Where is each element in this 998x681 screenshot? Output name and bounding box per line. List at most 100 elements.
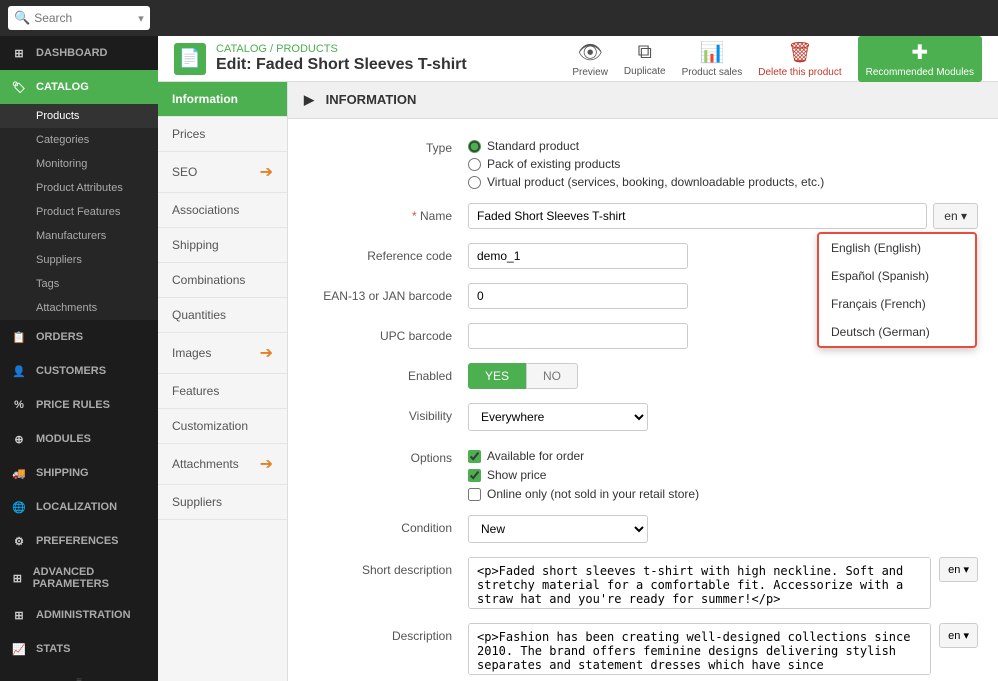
preferences-icon: ⚙	[10, 532, 28, 550]
tab-information[interactable]: Information	[158, 82, 287, 117]
visibility-select[interactable]: Everywhere	[468, 403, 648, 431]
duplicate-action[interactable]: ⧉ Duplicate	[624, 41, 666, 77]
lang-button-label: en ▾	[944, 209, 967, 223]
lang-option-es[interactable]: Español (Spanish)	[819, 262, 975, 290]
delete-action[interactable]: 🗑 Delete this product	[758, 40, 841, 78]
page-icon-symbol: 📄	[179, 48, 201, 69]
sidebar-item-orders[interactable]: 📋 ORDERS	[0, 320, 158, 354]
short-desc-textarea[interactable]: <p>Faded short sleeves t-shirt with high…	[468, 557, 931, 609]
option-available-check[interactable]	[468, 450, 481, 463]
lang-option-fr[interactable]: Français (French)	[819, 290, 975, 318]
sidebar-sub-monitoring[interactable]: Monitoring	[0, 152, 158, 176]
tab-suppliers[interactable]: Suppliers	[158, 485, 287, 520]
tab-combinations[interactable]: Combinations	[158, 263, 287, 298]
breadcrumb-catalog[interactable]: CATALOG	[216, 43, 267, 55]
sidebar-item-catalog[interactable]: 🏷 CATALOG	[0, 70, 158, 104]
type-standard[interactable]: Standard product	[468, 139, 978, 153]
type-pack-radio[interactable]	[468, 158, 481, 171]
type-standard-radio[interactable]	[468, 140, 481, 153]
enabled-yes-button[interactable]: YES	[468, 363, 526, 389]
tab-quantities[interactable]: Quantities	[158, 298, 287, 333]
sidebar-sub-suppliers[interactable]: Suppliers	[0, 248, 158, 272]
condition-label: Condition	[308, 515, 468, 535]
sidebar-item-price-rules[interactable]: % PRICE RULES	[0, 388, 158, 422]
lang-option-de[interactable]: Deutsch (German)	[819, 318, 975, 346]
images-arrow: ➔	[260, 343, 273, 363]
upc-input[interactable]	[468, 323, 688, 349]
option-online-only-check[interactable]	[468, 488, 481, 501]
type-virtual[interactable]: Virtual product (services, booking, down…	[468, 175, 978, 189]
description-textarea[interactable]: <p>Fashion has been creating well-design…	[468, 623, 931, 675]
type-pack[interactable]: Pack of existing products	[468, 157, 978, 171]
sidebar-item-preferences[interactable]: ⚙ PREFERENCES	[0, 524, 158, 558]
description-control: <p>Fashion has been creating well-design…	[468, 623, 978, 675]
product-sales-action[interactable]: 📊 Product sales	[682, 40, 743, 78]
sidebar-item-shipping[interactable]: 🚚 SHIPPING	[0, 456, 158, 490]
description-textarea-row: <p>Fashion has been creating well-design…	[468, 623, 978, 675]
option-show-price-check[interactable]	[468, 469, 481, 482]
type-virtual-label: Virtual product (services, booking, down…	[487, 175, 824, 189]
search-input[interactable]	[34, 11, 134, 25]
type-row: Type Standard product Pack of	[308, 135, 978, 189]
enabled-no-button[interactable]: NO	[526, 363, 578, 389]
sidebar-item-localization[interactable]: 🌐 LOCALIZATION	[0, 490, 158, 524]
form-content: ▶ INFORMATION Type Standard produ	[288, 82, 998, 681]
recommended-action[interactable]: ✚ Recommended Modules	[858, 36, 982, 82]
sidebar-sub-products[interactable]: Products	[0, 104, 158, 128]
condition-select[interactable]: New	[468, 515, 648, 543]
visibility-row: Visibility Everywhere	[308, 403, 978, 431]
ean-input[interactable]	[468, 283, 688, 309]
sidebar-sub-product-features[interactable]: Product Features	[0, 200, 158, 224]
sidebar-drag-handle[interactable]: ≡	[0, 666, 158, 681]
catalog-submenu: Products Categories Monitoring Product A…	[0, 104, 158, 320]
sidebar-sub-product-attributes[interactable]: Product Attributes	[0, 176, 158, 200]
attachments-arrow: ➔	[260, 454, 273, 474]
name-input-row: en ▾ English (English) Español (Spanish)…	[468, 203, 978, 229]
delete-label: Delete this product	[758, 67, 841, 78]
option-show-price[interactable]: Show price	[468, 468, 978, 482]
tab-associations[interactable]: Associations	[158, 193, 287, 228]
sidebar-item-administration[interactable]: ⊞ ADMINISTRATION	[0, 598, 158, 632]
sidebar-item-customers[interactable]: 👤 CUSTOMERS	[0, 354, 158, 388]
search-box[interactable]: 🔍 ▾	[8, 6, 150, 30]
preview-action[interactable]: 👁 Preview	[572, 40, 608, 78]
sidebar-item-label: PREFERENCES	[36, 535, 119, 547]
short-desc-lang-button[interactable]: en ▾	[939, 557, 978, 582]
tab-seo[interactable]: SEO ➔	[158, 152, 287, 193]
sidebar-item-label: LOCALIZATION	[36, 501, 117, 513]
tab-attachments[interactable]: Attachments ➔	[158, 444, 287, 485]
option-online-only[interactable]: Online only (not sold in your retail sto…	[468, 487, 978, 501]
breadcrumb-products[interactable]: PRODUCTS	[276, 43, 338, 55]
page-body: Information Prices SEO ➔ Associations Sh…	[158, 82, 998, 681]
tab-images[interactable]: Images ➔	[158, 333, 287, 374]
condition-control: New	[468, 515, 978, 543]
sidebar-item-stats[interactable]: 📈 STATS	[0, 632, 158, 666]
sidebar-sub-attachments[interactable]: Attachments	[0, 296, 158, 320]
description-lang-button[interactable]: en ▾	[939, 623, 978, 648]
sidebar-item-dashboard[interactable]: ⊞ DASHBOARD	[0, 36, 158, 70]
option-available-label: Available for order	[487, 449, 584, 463]
sidebar-sub-categories[interactable]: Categories	[0, 128, 158, 152]
type-virtual-radio[interactable]	[468, 176, 481, 189]
lang-button[interactable]: en ▾ English (English) Español (Spanish)…	[933, 203, 978, 229]
sidebar-sub-tags[interactable]: Tags	[0, 272, 158, 296]
ref-code-input[interactable]	[468, 243, 688, 269]
sidebar-item-label: STATS	[36, 643, 70, 655]
search-dropdown-icon[interactable]: ▾	[138, 12, 144, 25]
tab-customization[interactable]: Customization	[158, 409, 287, 444]
section-title-icon: ▶	[304, 92, 314, 107]
name-input[interactable]	[468, 203, 927, 229]
tab-features[interactable]: Features	[158, 374, 287, 409]
enabled-control: YES NO	[468, 363, 978, 389]
preview-icon: 👁	[577, 40, 602, 65]
lang-option-en[interactable]: English (English)	[819, 234, 975, 262]
seo-arrow: ➔	[260, 162, 273, 182]
upc-label: UPC barcode	[308, 323, 468, 343]
tab-prices[interactable]: Prices	[158, 117, 287, 152]
sidebar-item-label: ORDERS	[36, 331, 83, 343]
option-available[interactable]: Available for order	[468, 449, 978, 463]
sidebar-sub-manufacturers[interactable]: Manufacturers	[0, 224, 158, 248]
tab-shipping[interactable]: Shipping	[158, 228, 287, 263]
sidebar-item-modules[interactable]: ⊕ MODULES	[0, 422, 158, 456]
sidebar-item-advanced[interactable]: ⊞ ADVANCED PARAMETERS	[0, 558, 158, 598]
